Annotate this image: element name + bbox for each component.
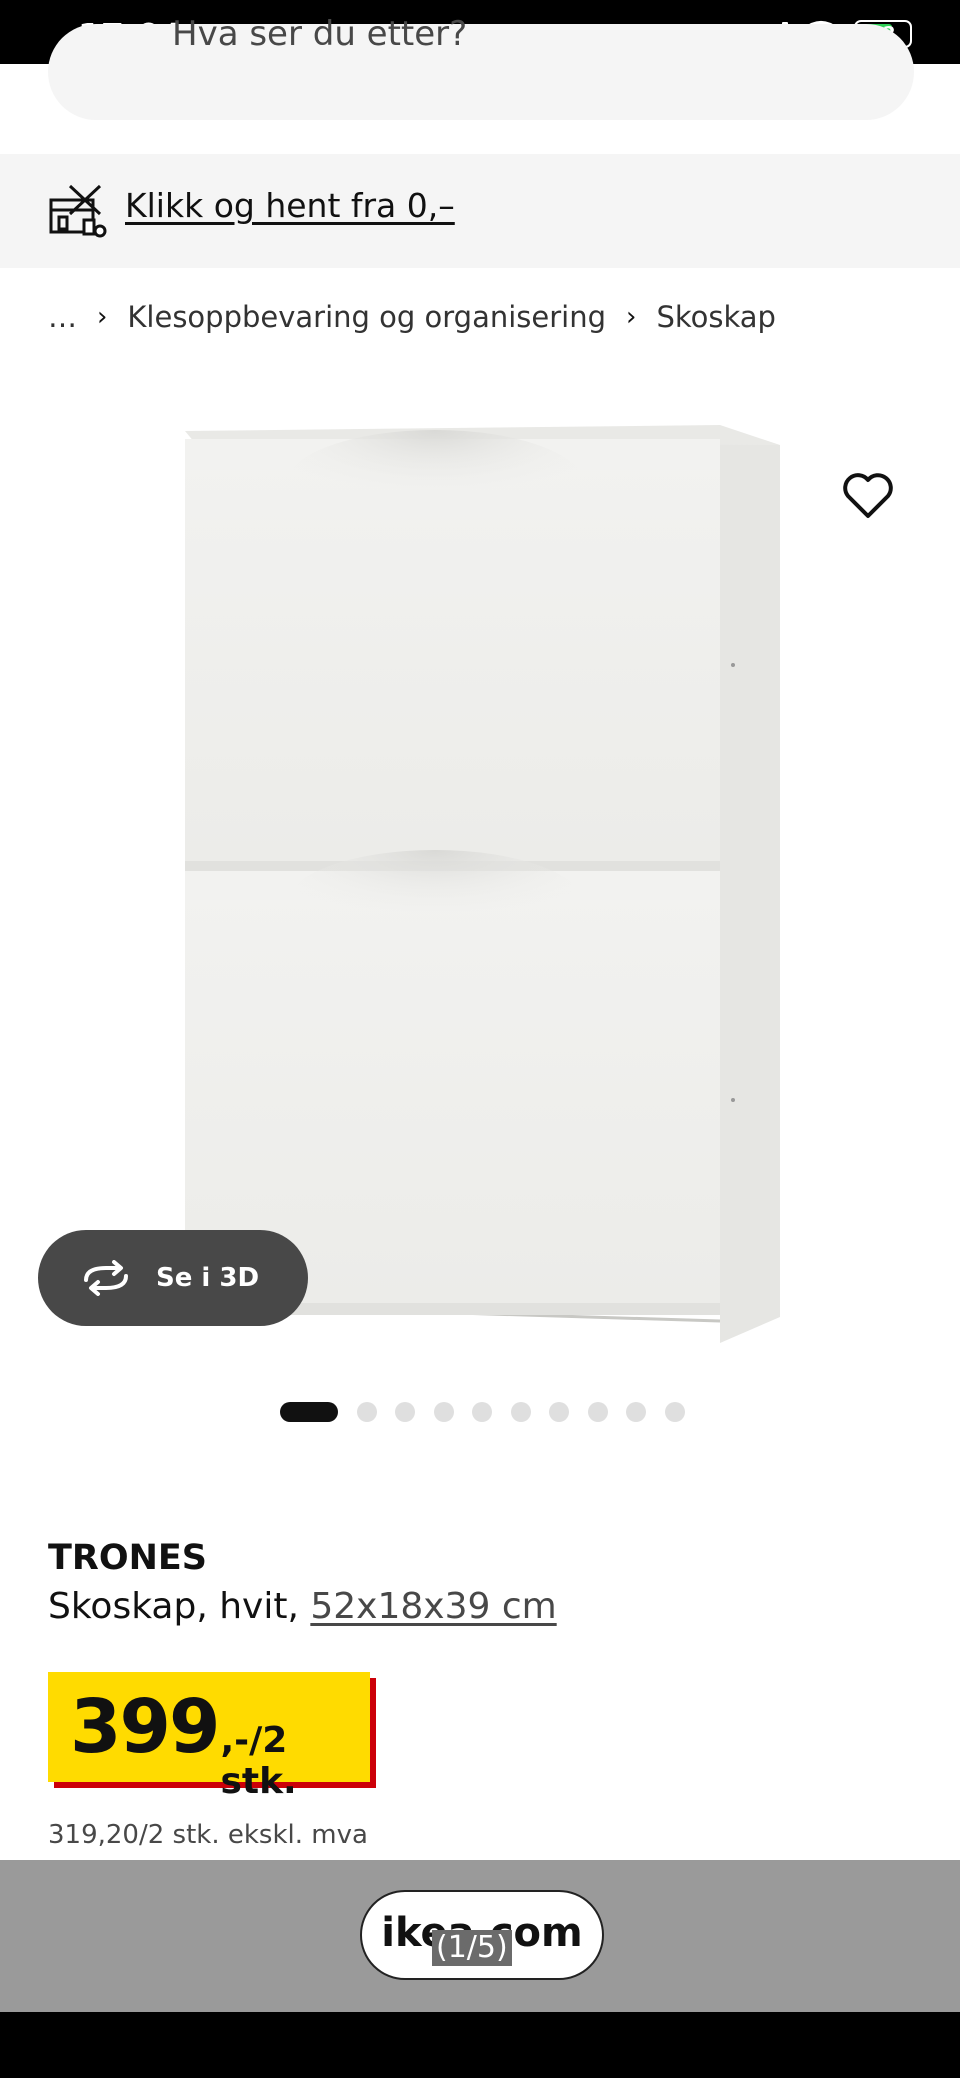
see-in-3d-button[interactable]: Se i 3D xyxy=(38,1230,308,1326)
product-page: 17:04 32 Hva ser du etter? xyxy=(0,0,960,2078)
product-image xyxy=(185,425,780,1343)
product-description: Skoskap, hvit, 52x18x39 cm xyxy=(48,1586,557,1627)
pagination-dot[interactable] xyxy=(433,1402,454,1422)
breadcrumb-item-clothing-storage[interactable]: Klesoppbevaring og organisering xyxy=(127,300,606,334)
price-excluding-vat: 319,20/2 stk. ekskl. mva xyxy=(48,1820,368,1850)
pagination-dot[interactable] xyxy=(510,1402,531,1422)
price-suffix: ,-/2 stk. xyxy=(220,1720,297,1802)
breadcrumb-item-ellipsis[interactable]: … xyxy=(48,300,77,334)
pagination-dot[interactable] xyxy=(587,1402,608,1422)
search-placeholder: Hva ser du etter? xyxy=(172,14,468,54)
pagination-dot[interactable] xyxy=(664,1402,685,1422)
gallery-pagination xyxy=(280,1402,703,1422)
breadcrumb: … › Klesoppbevaring og organisering › Sk… xyxy=(48,300,776,334)
rotate-3d-icon xyxy=(84,1260,128,1296)
search-area: Hva ser du etter? xyxy=(0,14,960,154)
store-pickup-icon xyxy=(49,184,107,238)
product-dimensions-link[interactable]: 52x18x39 cm xyxy=(310,1586,556,1627)
pagination-dot[interactable] xyxy=(356,1402,377,1422)
pagination-dot[interactable] xyxy=(626,1402,646,1422)
product-type: Skoskap, hvit, xyxy=(48,1586,311,1627)
click-collect-banner[interactable]: Klikk og hent fra 0,– xyxy=(0,154,960,268)
chevron-right-icon: › xyxy=(97,302,108,332)
product-name: TRONES xyxy=(48,1538,207,1578)
pagination-dot[interactable] xyxy=(472,1402,492,1422)
price-tag: 399 ,-/2 stk. xyxy=(48,1672,376,1802)
browser-bottom-bar: ikea.com (1/5) xyxy=(0,1860,960,2012)
price-main: 399 xyxy=(70,1684,220,1770)
home-indicator-area xyxy=(0,2012,960,2078)
pagination-dot[interactable] xyxy=(549,1402,569,1422)
heart-icon[interactable] xyxy=(840,468,896,524)
search-input[interactable]: Hva ser du etter? xyxy=(48,14,914,120)
pagination-dot[interactable] xyxy=(395,1402,415,1422)
see-in-3d-label: Se i 3D xyxy=(156,1263,260,1293)
breadcrumb-item-shoe-cabinet[interactable]: Skoskap xyxy=(656,300,775,334)
chevron-right-icon: › xyxy=(626,302,637,332)
screenshot-counter: (1/5) xyxy=(432,1930,512,1966)
pagination-dot-active[interactable] xyxy=(280,1402,338,1422)
click-collect-link[interactable]: Klikk og hent fra 0,– xyxy=(125,186,455,225)
